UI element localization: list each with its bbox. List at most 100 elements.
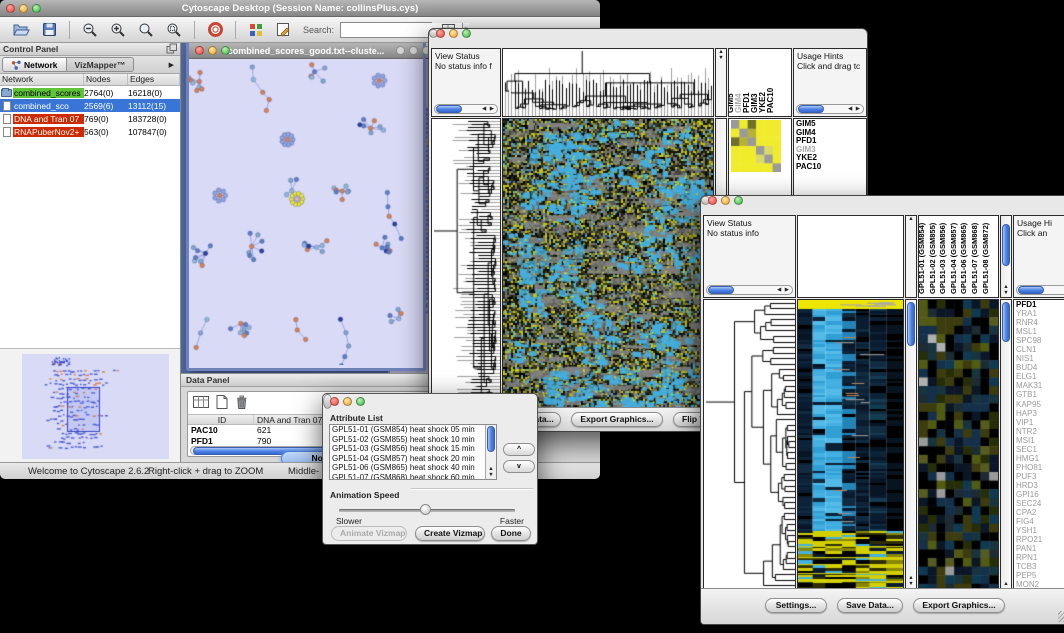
- zoom-window-icon[interactable]: [32, 4, 41, 13]
- tv1-usage-hscrollbar[interactable]: ◀ ▶: [796, 104, 864, 114]
- tv2-column-dendrogram[interactable]: [797, 215, 904, 298]
- settings-button[interactable]: Settings...: [765, 598, 827, 613]
- tv2-usage-hscrollbar[interactable]: [1016, 285, 1064, 295]
- gene-label[interactable]: GPI16: [1014, 490, 1064, 499]
- tv2-status-hscrollbar[interactable]: ◀ ▶: [706, 285, 793, 295]
- network-view-canvas[interactable]: [189, 59, 423, 365]
- gene-label[interactable]: NIS1: [1014, 354, 1064, 363]
- scroll-thumb[interactable]: [1018, 286, 1044, 294]
- column-label[interactable]: PAC10: [766, 88, 775, 113]
- column-label[interactable]: GPL51-07 (GSM868): [970, 223, 979, 294]
- minimize-icon[interactable]: [19, 4, 28, 13]
- minimize-icon[interactable]: [343, 397, 352, 406]
- gene-label[interactable]: PEP5: [1014, 571, 1064, 580]
- annotation-button[interactable]: [273, 20, 295, 40]
- scroll-arrows-icon[interactable]: ▲▼: [906, 575, 916, 587]
- close-icon[interactable]: [6, 4, 15, 13]
- scroll-thumb[interactable]: [1002, 224, 1010, 266]
- tv1-column-dendrogram[interactable]: [502, 48, 714, 117]
- network-row[interactable]: combined_scores2764(0)16218(0): [0, 86, 180, 99]
- resize-grip[interactable]: [1058, 611, 1064, 622]
- zoom-in-button[interactable]: [107, 20, 129, 40]
- gene-label[interactable]: FIG4: [1014, 517, 1064, 526]
- close-icon[interactable]: [396, 46, 405, 55]
- network-row[interactable]: DNA and Tran 07769(0)183728(0): [0, 112, 180, 125]
- tv1-row-dendrogram[interactable]: [431, 118, 501, 408]
- window-controls[interactable]: [6, 4, 41, 13]
- close-icon[interactable]: [708, 196, 717, 205]
- scroll-thumb[interactable]: [1002, 302, 1010, 342]
- close-icon[interactable]: [330, 397, 339, 406]
- scroll-thumb[interactable]: [798, 105, 824, 113]
- vizmapper-icon-button[interactable]: [245, 20, 267, 40]
- col-nodes[interactable]: Nodes: [84, 74, 128, 85]
- gene-label[interactable]: VIP1: [1014, 418, 1064, 427]
- float-panel-icon[interactable]: [166, 43, 177, 56]
- tv2-top-scroll-strip[interactable]: ▲: [905, 215, 917, 298]
- scroll-arrows-icon[interactable]: ◀ ▶: [777, 285, 792, 295]
- gene-label[interactable]: PUF3: [1014, 472, 1064, 481]
- close-icon[interactable]: [195, 46, 204, 55]
- scroll-thumb[interactable]: [487, 426, 495, 452]
- move-down-button[interactable]: v: [503, 460, 535, 473]
- gene-label[interactable]: PFD1: [1014, 300, 1064, 309]
- column-label[interactable]: GPL51-02 (GSM855): [928, 223, 937, 294]
- create-attribute-icon[interactable]: [215, 394, 229, 414]
- gene-label[interactable]: YSH1: [1014, 526, 1064, 535]
- tv1-heatmap[interactable]: [502, 118, 714, 408]
- export-graphics-button[interactable]: Export Graphics...: [913, 598, 1005, 613]
- column-label[interactable]: GPL51-08 (GSM872): [981, 223, 990, 294]
- gene-label[interactable]: HAP3: [1014, 409, 1064, 418]
- select-attributes-icon[interactable]: [192, 394, 210, 414]
- open-file-button[interactable]: [10, 20, 32, 40]
- network-overview-canvas[interactable]: [22, 354, 169, 459]
- attribute-item[interactable]: GPL51-03 (GSM856) heat shock 15 min: [330, 444, 496, 454]
- attribute-item[interactable]: GPL51-06 (GSM865) heat shock 40 min: [330, 463, 496, 473]
- minimize-icon[interactable]: [409, 46, 418, 55]
- network-titlebar[interactable]: combined_scores_good.txt--cluste...: [189, 43, 423, 59]
- animate-vizmap-button[interactable]: Animate Vizmap: [331, 526, 407, 541]
- gene-label[interactable]: ELG1: [1014, 372, 1064, 381]
- create-vizmap-button[interactable]: Create Vizmap: [415, 526, 485, 541]
- close-icon[interactable]: [436, 29, 445, 38]
- gene-label[interactable]: SPC98: [1014, 336, 1064, 345]
- attribute-list-vscrollbar[interactable]: ▲▼: [485, 425, 496, 479]
- move-up-button[interactable]: ^: [503, 443, 535, 456]
- save-data-button[interactable]: Save Data...: [837, 598, 903, 613]
- slider-thumb[interactable]: [420, 504, 431, 515]
- tv2-heatmap[interactable]: [797, 299, 904, 589]
- scroll-arrows-icon[interactable]: ▲▼: [1001, 284, 1011, 296]
- minimize-icon[interactable]: [721, 196, 730, 205]
- tv2-zoom-vscrollbar[interactable]: ▲: [1000, 299, 1012, 589]
- similarity-matrix[interactable]: [731, 120, 781, 172]
- main-titlebar[interactable]: Cytoscape Desktop (Session Name: collins…: [0, 0, 600, 17]
- gene-label[interactable]: HMG1: [1014, 454, 1064, 463]
- column-label[interactable]: GPL51-06 (GSM865): [959, 223, 968, 294]
- scroll-thumb[interactable]: [708, 286, 734, 294]
- data-col-id[interactable]: ID: [188, 415, 254, 424]
- gene-label[interactable]: RNR4: [1014, 318, 1064, 327]
- tab-network[interactable]: Network: [2, 57, 67, 72]
- gene-label[interactable]: TCB3: [1014, 562, 1064, 571]
- zoom-window-icon[interactable]: [221, 46, 230, 55]
- zoom-selected-button[interactable]: [163, 20, 185, 40]
- save-button[interactable]: [38, 20, 60, 40]
- gene-label[interactable]: GTB1: [1014, 390, 1064, 399]
- column-label[interactable]: GPL51-01 (GSM854): [918, 223, 926, 294]
- done-button[interactable]: Done: [491, 526, 531, 541]
- tv2-row-dendrogram[interactable]: [703, 299, 796, 589]
- attribute-item[interactable]: GPL51-07 (GSM868) heat shock 60 min: [330, 473, 496, 480]
- scroll-arrows-icon[interactable]: ◀ ▶: [848, 104, 863, 114]
- help-icon[interactable]: [204, 20, 226, 40]
- zoom-out-button[interactable]: [79, 20, 101, 40]
- tv2-zoom-heatmap[interactable]: [918, 299, 999, 589]
- gene-label[interactable]: NTR2: [1014, 427, 1064, 436]
- gene-label[interactable]: MSI1: [1014, 436, 1064, 445]
- tv1-status-hscrollbar[interactable]: ◀ ▶: [434, 104, 498, 114]
- gene-label[interactable]: BUD4: [1014, 363, 1064, 372]
- column-label[interactable]: GPL51-04 (GSM857): [949, 223, 958, 294]
- gene-label[interactable]: SEC1: [1014, 445, 1064, 454]
- gene-label[interactable]: MSL1: [1014, 327, 1064, 336]
- network-row[interactable]: RNAPuberNov2+563(0)107847(0): [0, 125, 180, 138]
- scroll-arrows-icon[interactable]: ▲▼: [716, 49, 726, 61]
